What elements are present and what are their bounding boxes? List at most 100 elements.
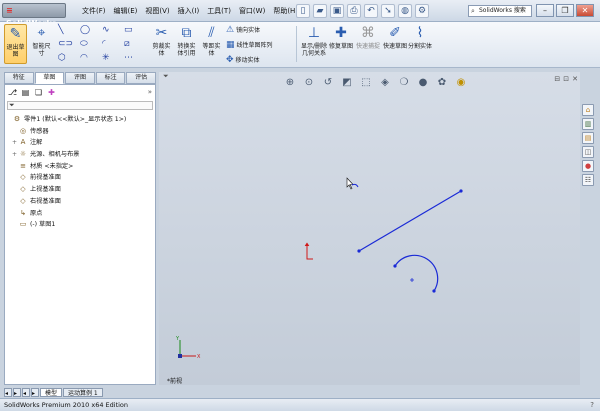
- offset-icon[interactable]: ⧄: [124, 39, 146, 50]
- filter-icon[interactable]: ⏷: [163, 72, 169, 81]
- new-icon[interactable]: ▯: [296, 4, 310, 18]
- tab-nav-prev[interactable]: ◂: [22, 388, 30, 397]
- scene-icon[interactable]: ✿: [435, 76, 449, 90]
- relations-button[interactable]: ⊥ 显示/删除几何关系: [300, 24, 328, 64]
- menu-item-1[interactable]: 编辑(E): [110, 5, 142, 17]
- hide-show-icon[interactable]: ❍: [397, 76, 411, 90]
- centerline-icon[interactable]: ⋯: [124, 53, 146, 64]
- graphics-area[interactable]: YX ⏷ ⊕ ⊙ ↺ ◩ ⬚ ◈ ❍ ● ✿ ◉ ⊟ ⊡ ✕ *前视: [159, 72, 580, 385]
- slot-icon[interactable]: ⊂⊃: [58, 39, 80, 50]
- tree-item[interactable]: ◇ 上视基准面: [6, 184, 154, 196]
- sketch-line[interactable]: [358, 190, 462, 252]
- triad-y-label[interactable]: Y: [175, 336, 180, 342]
- menu-item-3[interactable]: 插入(I): [174, 5, 204, 17]
- view-orientation-icon[interactable]: ⬚: [359, 76, 373, 90]
- tab-0[interactable]: 特征: [4, 72, 34, 84]
- tab-4[interactable]: 评估: [126, 72, 156, 84]
- tree-item[interactable]: ◇ 右视基准面: [6, 196, 154, 208]
- tree-item[interactable]: + ☼ 光源、相机与布景: [6, 149, 154, 161]
- tab-3[interactable]: 标注: [95, 72, 126, 84]
- help-icon[interactable]: ?: [590, 399, 594, 411]
- rebuild-icon[interactable]: ◍: [398, 4, 412, 18]
- search-input[interactable]: ⌕ SolidWorks 搜索: [468, 5, 532, 17]
- select-icon[interactable]: ➘: [381, 4, 395, 18]
- cursor-line-glyph[interactable]: [351, 183, 359, 188]
- sketch-arc[interactable]: [394, 254, 439, 292]
- point-icon[interactable]: ✳: [102, 53, 124, 64]
- repair-sketch-button[interactable]: ✚ 修复草图: [329, 24, 353, 64]
- solidworks-logo[interactable]: ≡ SolidWorks: [2, 3, 66, 28]
- linear-pattern-button[interactable]: ▦ 线性草图阵列: [226, 40, 273, 51]
- triad-x-label[interactable]: X: [197, 354, 201, 360]
- display-style-icon[interactable]: ◈: [378, 76, 392, 90]
- circle-icon[interactable]: ◯: [80, 25, 102, 36]
- tab-nav-next[interactable]: ▸: [31, 388, 39, 397]
- sketch-point[interactable]: [357, 249, 361, 253]
- exit-sketch-button[interactable]: ✎ 退出草图: [4, 24, 27, 64]
- tree-item[interactable]: + A 注解: [6, 137, 154, 149]
- tree-item[interactable]: ⚙ 零件1 (默认<<默认>_显示状态 1>): [6, 114, 154, 126]
- arc-center-mark[interactable]: [410, 278, 414, 282]
- panel-expand-icon[interactable]: »: [148, 87, 152, 98]
- rectangle-icon[interactable]: ▭: [124, 25, 146, 36]
- smart-dimension-button[interactable]: ⌖ 智能尺寸: [30, 24, 53, 64]
- tree-item[interactable]: ▭ (-) 草图1: [6, 219, 154, 231]
- rapid-sketch-button[interactable]: ✐ 快速草图: [383, 24, 407, 64]
- menu-item-5[interactable]: 窗口(W): [235, 5, 269, 17]
- feature-tree-icon[interactable]: ⎇: [7, 87, 18, 98]
- tab-motion-study[interactable]: 运动算例 1: [63, 388, 103, 397]
- zoom-to-fit-icon[interactable]: ⊕: [283, 76, 297, 90]
- dimxpert-icon[interactable]: ✚: [46, 87, 57, 98]
- trim-entities-button[interactable]: ✂ 剪裁实体: [150, 24, 173, 64]
- home-icon[interactable]: ⌂: [582, 104, 594, 116]
- sketch-canvas[interactable]: YX: [159, 72, 580, 385]
- restore-button[interactable]: ❐: [556, 4, 574, 17]
- mouse-cursor[interactable]: [346, 177, 354, 190]
- tab-2[interactable]: 评图: [65, 72, 95, 84]
- quick-snaps-button[interactable]: ⌘ 快速捕捉: [356, 24, 380, 64]
- view-palette-icon[interactable]: ◫: [582, 146, 594, 158]
- tab-model[interactable]: 模型: [40, 388, 63, 397]
- fillet-icon[interactable]: ◜: [102, 39, 124, 50]
- tree-item[interactable]: ≡ 材质 <未指定>: [6, 161, 154, 173]
- zoom-area-icon[interactable]: ⊙: [302, 76, 316, 90]
- split-entities-button[interactable]: ⌇ 分割实体: [408, 24, 432, 64]
- view-settings-icon[interactable]: ◉: [454, 76, 468, 90]
- explorer-icon[interactable]: ▤: [582, 132, 594, 144]
- tree-filter-input[interactable]: ⏷: [7, 101, 153, 110]
- print-icon[interactable]: ⎙: [347, 4, 361, 18]
- menu-item-2[interactable]: 视图(V): [141, 5, 173, 17]
- sketch-point[interactable]: [459, 189, 463, 193]
- spline-icon[interactable]: ∿: [102, 25, 124, 36]
- custom-props-icon[interactable]: ☷: [582, 174, 594, 186]
- convert-entities-button[interactable]: ⧉ 转换实体引用: [175, 24, 198, 64]
- edit-appearance-icon[interactable]: ●: [416, 76, 430, 90]
- sketch-point[interactable]: [393, 264, 397, 268]
- mirror-entities-button[interactable]: ⚠ 镜向实体: [226, 25, 260, 36]
- tree-item[interactable]: ↳ 原点: [6, 208, 154, 220]
- options-icon[interactable]: ⚙: [415, 4, 429, 18]
- move-entities-button[interactable]: ✥ 移动实体: [226, 55, 260, 66]
- tree-item[interactable]: ◎ 传感器: [6, 126, 154, 138]
- previous-view-icon[interactable]: ↺: [321, 76, 335, 90]
- menu-item-4[interactable]: 工具(T): [203, 5, 235, 17]
- property-manager-icon[interactable]: ▤: [20, 87, 31, 98]
- tab-nav-last[interactable]: ▸: [13, 388, 21, 397]
- tab-1[interactable]: 草图: [34, 72, 65, 84]
- ellipse-icon[interactable]: ⬭: [80, 39, 102, 50]
- tab-nav-first[interactable]: ◂: [4, 388, 12, 397]
- close-button[interactable]: ✕: [576, 4, 594, 17]
- origin-arrow[interactable]: [304, 242, 310, 247]
- tree-item[interactable]: ◇ 前视基准面: [6, 172, 154, 184]
- sketch-point[interactable]: [432, 289, 436, 293]
- menu-item-0[interactable]: 文件(F): [78, 5, 110, 17]
- minimize-button[interactable]: –: [536, 4, 554, 17]
- viewport-control-2[interactable]: ✕: [572, 74, 578, 84]
- save-icon[interactable]: ▣: [330, 4, 344, 18]
- config-manager-icon[interactable]: ❏: [33, 87, 44, 98]
- viewport-control-1[interactable]: ⊡: [563, 74, 569, 84]
- viewport-control-0[interactable]: ⊟: [554, 74, 560, 84]
- triad-origin[interactable]: [178, 354, 182, 358]
- open-icon[interactable]: ▰: [313, 4, 327, 18]
- library-icon[interactable]: ▥: [582, 118, 594, 130]
